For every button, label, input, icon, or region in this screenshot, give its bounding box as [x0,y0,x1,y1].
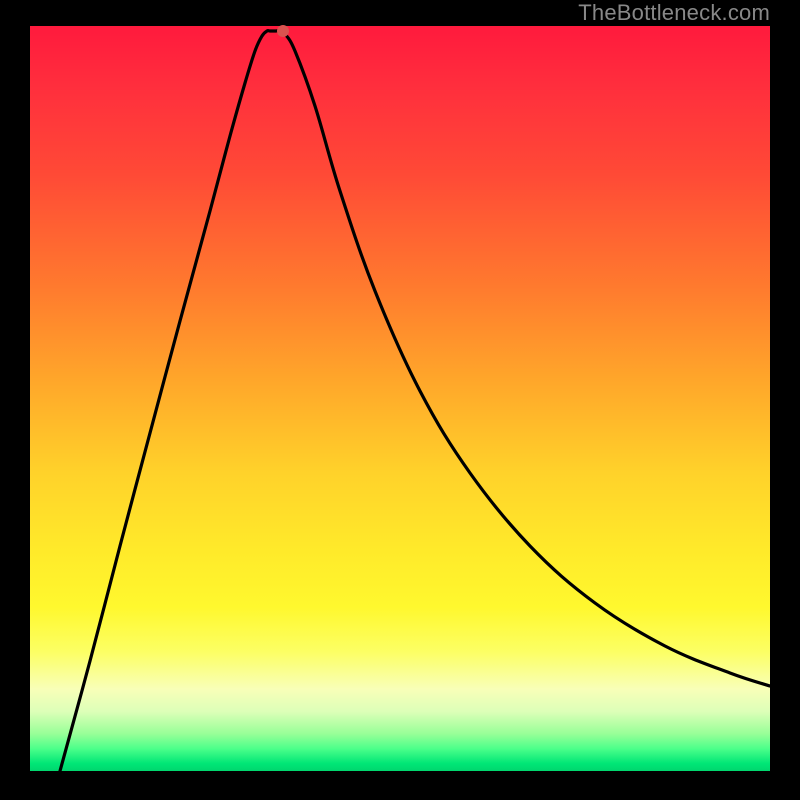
plot-area [30,26,770,771]
chart-frame: TheBottleneck.com [0,0,800,800]
curve-svg [30,26,770,771]
curve-min-marker [277,25,289,37]
watermark-text: TheBottleneck.com [578,0,770,26]
bottleneck-curve [60,31,770,771]
